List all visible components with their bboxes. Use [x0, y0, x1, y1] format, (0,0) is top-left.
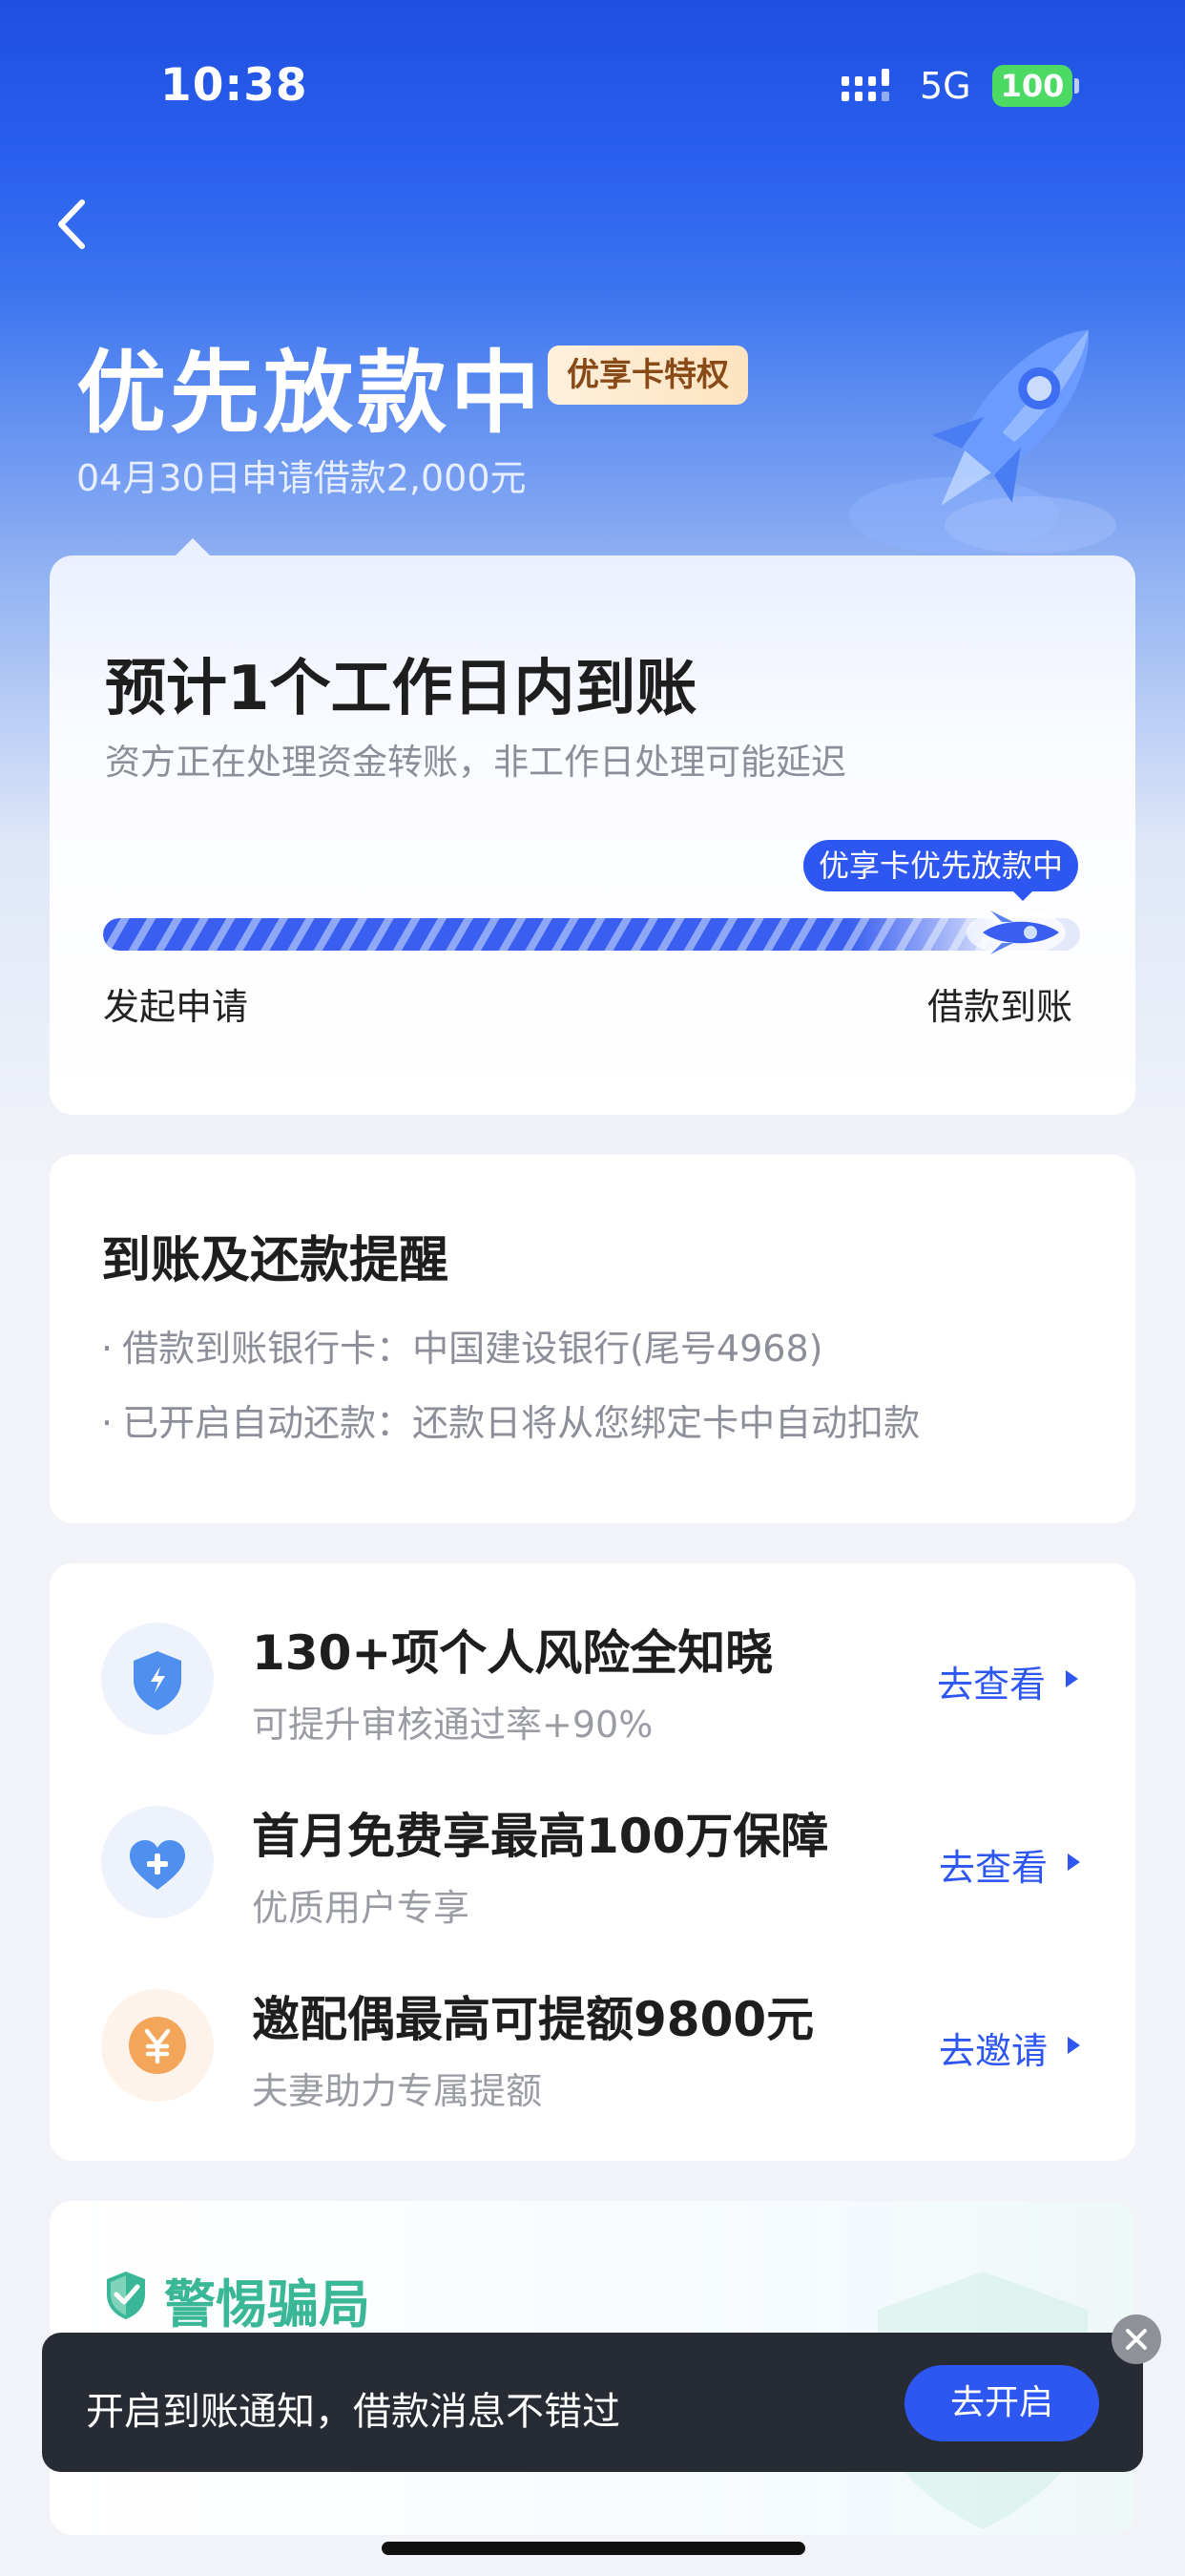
- insurance-title: 首月免费享最高100万保障: [252, 1809, 829, 1864]
- risk-check-link[interactable]: 去查看: [937, 1664, 1046, 1706]
- battery-indicator: 100: [992, 65, 1072, 107]
- fraud-warning-title: 警惕骗局: [164, 2274, 370, 2335]
- battery-tip: [1074, 78, 1079, 94]
- bank-card-line: · 借款到账银行卡：中国建设银行(尾号4968): [101, 1319, 822, 1372]
- spouse-invite-action[interactable]: 去邀请: [939, 2021, 1048, 2074]
- progress-bar: [103, 918, 1080, 951]
- signal-icon: [842, 69, 889, 101]
- insurance-subtitle: 优质用户专享: [252, 1887, 470, 1929]
- bank-card-text: 借款到账银行卡：中国建设银行(尾号4968): [122, 1328, 823, 1370]
- progress-bubble-tip: [1011, 890, 1034, 901]
- caret-right-icon[interactable]: [1068, 1853, 1080, 1871]
- shield-check-icon: [107, 2272, 145, 2319]
- status-time: 10:38: [160, 59, 308, 112]
- risk-check-subtitle: 可提升审核通过率+90%: [252, 1704, 654, 1746]
- enable-notification-button[interactable]: 去开启: [904, 2365, 1099, 2441]
- spouse-invite-icon-bg: [101, 1989, 214, 2102]
- progress-bubble: 优享卡优先放款中: [803, 840, 1079, 891]
- arrival-estimate-title: 预计1个工作日内到账: [105, 654, 697, 724]
- progress-fill: [103, 918, 1003, 951]
- arrival-estimate-note: 资方正在处理资金转账，非工作日处理可能延迟: [105, 742, 846, 783]
- heart-plus-icon: [130, 1840, 185, 1890]
- page-title: 优先放款中: [76, 342, 545, 446]
- risk-check-icon-bg: [101, 1623, 214, 1735]
- privilege-badge: 优享卡特权: [548, 346, 748, 405]
- spouse-invite-subtitle: 夫妻助力专属提额: [252, 2070, 543, 2112]
- toast-close-button[interactable]: [1112, 2314, 1161, 2364]
- reminder-title: 到账及还款提醒: [101, 1232, 449, 1289]
- progress-start-label: 发起申请: [103, 986, 249, 1028]
- card-pointer: [174, 538, 212, 557]
- insurance-action[interactable]: 去查看: [939, 1838, 1048, 1891]
- bullet: ·: [101, 1402, 114, 1444]
- back-arrow-icon[interactable]: [48, 191, 95, 258]
- auto-repay-text: 已开启自动还款：还款日将从您绑定卡中自动扣款: [122, 1402, 921, 1444]
- close-icon[interactable]: [1112, 2314, 1161, 2364]
- caret-right-icon[interactable]: [1066, 1670, 1078, 1687]
- bullet: ·: [101, 1328, 114, 1370]
- auto-repay-line: · 已开启自动还款：还款日将从您绑定卡中自动扣款: [101, 1393, 920, 1446]
- risk-check-title: 130+项个人风险全知晓: [252, 1625, 774, 1681]
- network-type: 5G: [920, 65, 971, 107]
- insurance-icon-bg: [101, 1806, 214, 1918]
- home-indicator[interactable]: [382, 2542, 805, 2555]
- rocket-illustration-icon: [849, 329, 1116, 554]
- progress-end-label: 借款到账: [927, 986, 1073, 1028]
- toast-message: 开启到账通知，借款消息不错过: [86, 2390, 620, 2434]
- application-info: 04月30日申请借款2,000元: [76, 457, 527, 499]
- progress-rocket-icon: [967, 910, 1066, 955]
- shield-lightning-icon: [134, 1651, 181, 1710]
- insurance-link[interactable]: 去查看: [939, 1847, 1048, 1889]
- spouse-invite-title: 邀配偶最高可提额9800元: [252, 1992, 815, 2047]
- caret-right-icon[interactable]: [1068, 2037, 1080, 2054]
- spouse-invite-link[interactable]: 去邀请: [939, 2030, 1048, 2072]
- risk-check-action[interactable]: 去查看: [937, 1655, 1046, 1707]
- yuan-coin-icon: [129, 2017, 186, 2074]
